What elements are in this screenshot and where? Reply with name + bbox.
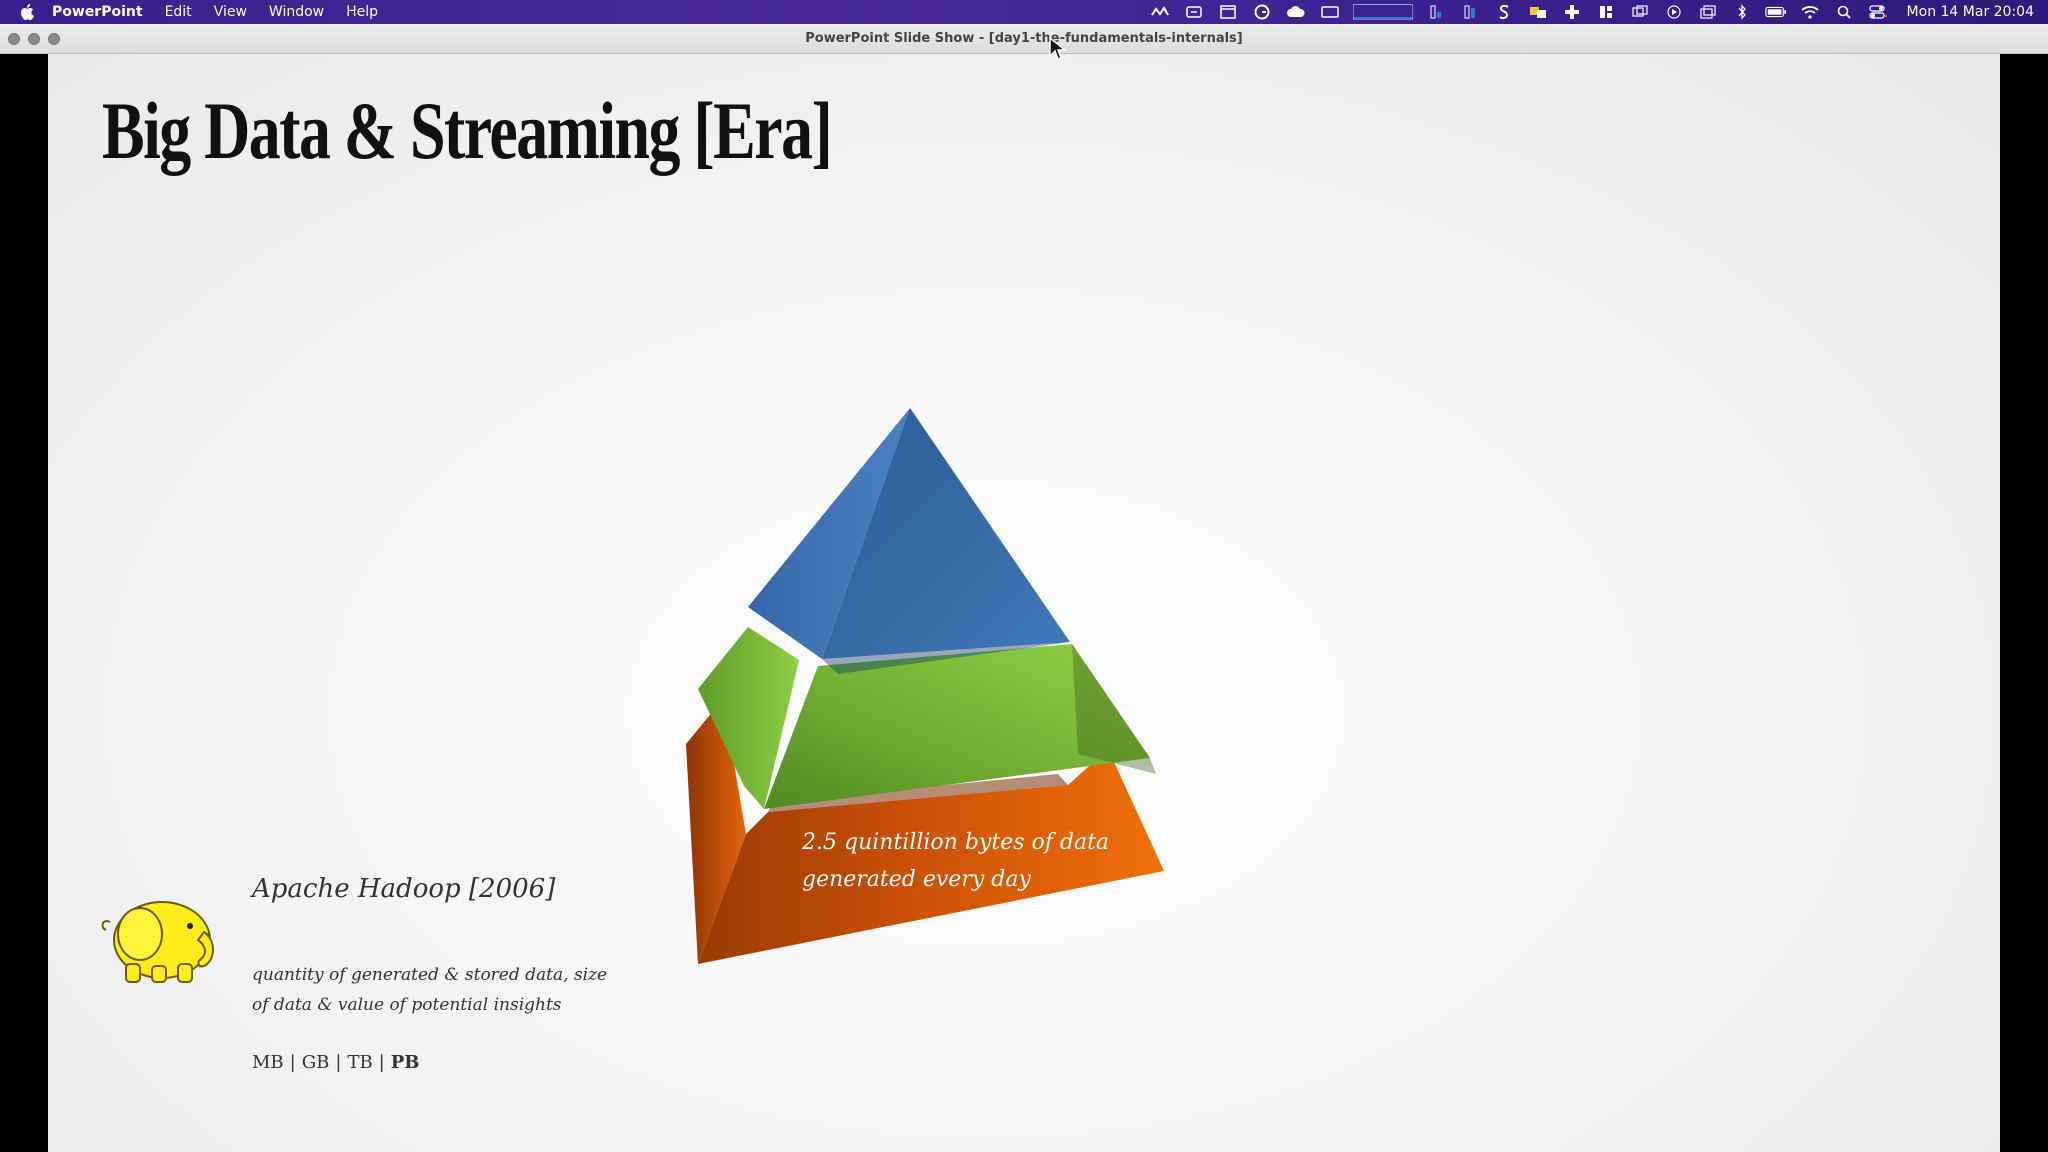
data-units-list: MB | GB | TB | PB bbox=[252, 1052, 420, 1073]
unit-tb: TB bbox=[347, 1052, 373, 1073]
unit-pb: PB bbox=[390, 1052, 420, 1073]
cpu-graph-icon[interactable] bbox=[1352, 4, 1413, 20]
network-icon[interactable] bbox=[1527, 4, 1549, 20]
menu-view[interactable]: View bbox=[203, 0, 258, 24]
scrivener-icon[interactable] bbox=[1493, 4, 1515, 20]
control-center-icon[interactable] bbox=[1867, 4, 1889, 20]
cloud-icon[interactable] bbox=[1285, 4, 1307, 20]
mouse-cursor-icon bbox=[1049, 36, 1068, 60]
window-titlebar: PowerPoint Slide Show - [day1-the-fundam… bbox=[0, 24, 2048, 54]
pyramid-label: 2.5 quintillion bytes of data generated … bbox=[802, 824, 1122, 898]
disk-icon[interactable] bbox=[1459, 4, 1481, 20]
layout-icon[interactable] bbox=[1595, 4, 1617, 20]
unit-separator: | bbox=[289, 1052, 296, 1073]
unit-gb: GB bbox=[301, 1052, 330, 1073]
unit-separator: | bbox=[378, 1052, 385, 1073]
hadoop-elephant-logo bbox=[101, 901, 214, 983]
window-title: PowerPoint Slide Show - [day1-the-fundam… bbox=[805, 31, 1243, 46]
zoom-icon[interactable] bbox=[1183, 4, 1205, 20]
display-icon[interactable] bbox=[1319, 4, 1341, 20]
play-icon[interactable] bbox=[1663, 4, 1685, 20]
menu-edit[interactable]: Edit bbox=[154, 0, 203, 24]
menu-help[interactable]: Help bbox=[335, 0, 389, 24]
timer-icon[interactable] bbox=[1149, 4, 1171, 20]
hadoop-description: quantity of generated & stored data, siz… bbox=[252, 960, 612, 1020]
memory-icon[interactable] bbox=[1425, 4, 1447, 20]
screens-icon[interactable] bbox=[1629, 4, 1651, 20]
grammarly-icon[interactable] bbox=[1251, 4, 1273, 20]
hadoop-description-line2: of data & value of potential insights bbox=[252, 995, 562, 1015]
pyramid-label-line2: generated every day bbox=[802, 867, 1031, 892]
bluetooth-icon[interactable] bbox=[1731, 4, 1753, 20]
unit-mb: MB bbox=[252, 1052, 284, 1073]
stacked-windows-icon[interactable] bbox=[1697, 4, 1719, 20]
pyramid-label-line1: 2.5 quintillion bytes of data bbox=[802, 830, 1110, 855]
wifi-icon[interactable] bbox=[1799, 4, 1821, 20]
plus-icon[interactable] bbox=[1561, 4, 1583, 20]
slide-canvas[interactable]: Big Data & Streaming [Era] 2.5 quintilli… bbox=[48, 54, 2000, 1152]
hadoop-description-line1: quantity of generated & stored data, siz… bbox=[252, 965, 608, 985]
menubar-clock[interactable]: Mon 14 Mar 20:04 bbox=[1907, 4, 2034, 20]
menu-window[interactable]: Window bbox=[258, 0, 335, 24]
unit-separator: | bbox=[335, 1052, 342, 1073]
battery-icon[interactable] bbox=[1764, 4, 1787, 20]
hadoop-heading: Apache Hadoop [2006] bbox=[252, 874, 556, 904]
search-icon[interactable] bbox=[1833, 4, 1855, 20]
window-icon[interactable] bbox=[1217, 4, 1239, 20]
menu-bar: PowerPoint Edit View Window Help Mon 14 … bbox=[0, 0, 2048, 24]
menu-app-name[interactable]: PowerPoint bbox=[52, 0, 154, 24]
pyramid-middle-shadow bbox=[1072, 644, 1156, 774]
apple-menu-icon[interactable] bbox=[20, 4, 34, 20]
